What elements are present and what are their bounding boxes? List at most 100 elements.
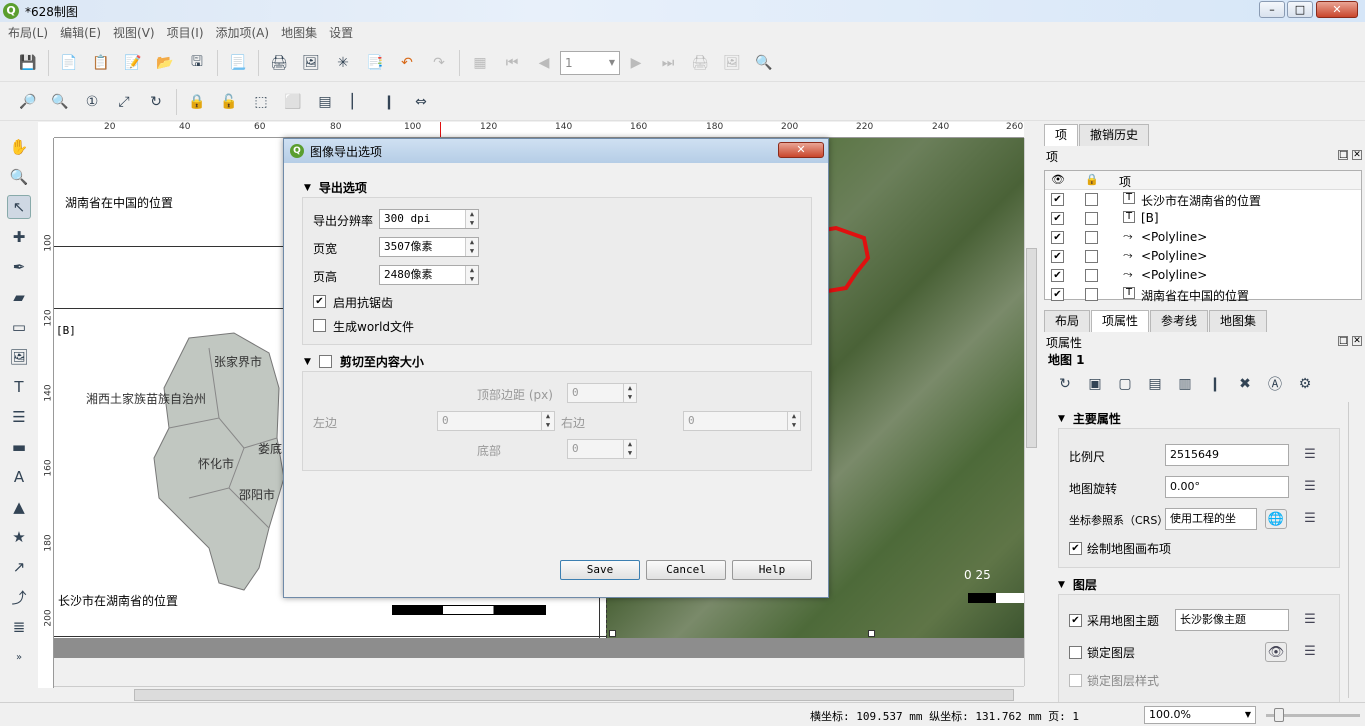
help-button[interactable]: Help — [732, 560, 812, 580]
list-item[interactable]: ✔ ⤳ <Polyline> — [1045, 247, 1361, 266]
eye-icon[interactable]: 👁 — [1265, 642, 1287, 662]
zoom-actual-icon[interactable]: ① — [80, 90, 104, 114]
menu-layout[interactable]: 布局(L) — [8, 24, 48, 41]
view-scale-icon[interactable]: ▥ — [1173, 372, 1197, 396]
crop-header[interactable]: ▼ 剪切至内容大小 — [304, 353, 424, 370]
tab-guides[interactable]: 参考线 — [1150, 310, 1209, 332]
labels-icon[interactable]: Ⓐ — [1263, 372, 1287, 396]
top-margin-input[interactable]: 0 ▲ ▼ — [567, 383, 637, 403]
data-defined-override-icon[interactable]: ☰ — [1299, 509, 1321, 529]
main-properties-header[interactable]: ▼ 主要属性 — [1058, 410, 1121, 427]
menu-add-item[interactable]: 添加项(A) — [216, 24, 270, 41]
crs-select[interactable]: 使用工程的坐 — [1165, 508, 1257, 530]
add-north-arrow-icon[interactable]: A — [7, 465, 31, 489]
set-extent-icon[interactable]: ▣ — [1083, 372, 1107, 396]
close-panel-icon[interactable]: ✕ — [1352, 150, 1362, 160]
spin-arrows-icon[interactable]: ▲ ▼ — [465, 238, 478, 256]
lock-checkbox[interactable] — [1085, 288, 1098, 301]
move-content-icon[interactable]: ✚ — [7, 225, 31, 249]
previous-feature-icon[interactable]: ◀ — [532, 51, 556, 75]
data-defined-override-icon[interactable]: ☰ — [1299, 477, 1321, 497]
data-defined-override-icon[interactable]: ☰ — [1299, 445, 1321, 465]
next-feature-icon[interactable]: ▶ — [624, 51, 648, 75]
add-label-icon[interactable]: T — [7, 375, 31, 399]
add-marker-icon[interactable]: ★ — [7, 525, 31, 549]
visibility-checkbox[interactable]: ✔ — [1051, 250, 1064, 263]
open-template-icon[interactable]: 📂 — [153, 51, 177, 75]
export-image-icon[interactable]: 🖼 — [299, 51, 323, 75]
tab-undo-history[interactable]: 撤销历史 — [1079, 124, 1150, 146]
new-layout-icon[interactable]: 📄 — [57, 51, 81, 75]
visibility-checkbox[interactable]: ✔ — [1051, 269, 1064, 282]
add-scalebar-icon[interactable]: ▬ — [7, 435, 31, 459]
set-scale-icon[interactable]: ▤ — [1143, 372, 1167, 396]
bookmarks-icon[interactable]: ❙ — [1203, 372, 1227, 396]
pan-icon[interactable]: ✋ — [7, 135, 31, 159]
export-pdf-icon[interactable]: 📑 — [363, 51, 387, 75]
visibility-checkbox[interactable]: ✔ — [1051, 288, 1064, 301]
print-icon[interactable]: 🖨 — [267, 51, 291, 75]
properties-scrollbar[interactable] — [1348, 402, 1362, 698]
tab-atlas[interactable]: 地图集 — [1209, 310, 1268, 332]
redo-icon[interactable]: ↷ — [427, 51, 451, 75]
layers-header[interactable]: ▼ 图层 — [1058, 576, 1097, 593]
right-margin-input[interactable]: 0 ▲ ▼ — [683, 411, 801, 431]
zoom-full-icon[interactable]: ⤢ — [112, 90, 136, 114]
export-options-header[interactable]: ▼ 导出选项 — [304, 179, 367, 196]
lock-checkbox[interactable] — [1085, 193, 1098, 206]
ungroup-items-icon[interactable]: ⬜ — [281, 90, 305, 114]
page-setup-icon[interactable]: 📃 — [226, 51, 250, 75]
raise-items-icon[interactable]: ▤ — [313, 90, 337, 114]
bottom-margin-input[interactable]: 0 ▲ ▼ — [567, 439, 637, 459]
scalebar[interactable] — [392, 605, 546, 615]
data-defined-override-icon[interactable]: ☰ — [1299, 610, 1321, 630]
resolution-input[interactable]: 300 dpi ▲ ▼ — [379, 209, 479, 229]
duplicate-layout-icon[interactable]: 📋 — [89, 51, 113, 75]
scrollbar-thumb[interactable] — [134, 689, 1014, 701]
data-defined-override-icon[interactable]: ☰ — [1299, 642, 1321, 662]
unlock-items-icon[interactable]: 🔓 — [217, 90, 241, 114]
draw-canvas-checkbox[interactable]: ✔ — [1069, 542, 1082, 555]
list-item[interactable]: ✔ T [B] — [1045, 209, 1361, 228]
zoom-tool-icon[interactable]: 🔍 — [7, 165, 31, 189]
save-layout-icon[interactable]: 💾 — [16, 51, 40, 75]
select-tool-icon[interactable]: ↖ — [7, 195, 31, 219]
edit-nodes-icon[interactable]: ✒ — [7, 255, 31, 279]
add-3d-map-icon[interactable]: ▰ — [7, 285, 31, 309]
add-shape-icon[interactable]: ▲ — [7, 495, 31, 519]
refresh-icon[interactable]: ↻ — [144, 90, 168, 114]
first-feature-icon[interactable]: ⏮ — [500, 51, 524, 75]
minimize-button[interactable]: – — [1259, 1, 1285, 18]
view-extent-icon[interactable]: ▢ — [1113, 372, 1137, 396]
undo-icon[interactable]: ↶ — [395, 51, 419, 75]
visibility-checkbox[interactable]: ✔ — [1051, 193, 1064, 206]
antialias-checkbox[interactable]: ✔ — [313, 295, 326, 308]
visibility-checkbox[interactable]: ✔ — [1051, 231, 1064, 244]
close-window-button[interactable]: ✕ — [1316, 1, 1358, 18]
crop-checkbox[interactable] — [318, 355, 332, 368]
add-picture-icon[interactable]: 🖼 — [7, 345, 31, 369]
spin-arrows-icon[interactable]: ▲ ▼ — [465, 266, 478, 284]
layout-manager-icon[interactable]: 📝 — [121, 51, 145, 75]
maximize-button[interactable]: □ — [1287, 1, 1313, 18]
menu-atlas[interactable]: 地图集 — [281, 24, 317, 41]
lock-checkbox[interactable] — [1085, 231, 1098, 244]
layout-title-top[interactable]: 湖南省在中国的位置 — [65, 194, 173, 211]
lock-checkbox[interactable] — [1085, 269, 1098, 282]
add-arrow-icon[interactable]: ↗ — [7, 555, 31, 579]
spin-arrows-icon[interactable]: ▲ ▼ — [465, 210, 478, 228]
export-atlas-icon[interactable]: 🖼 — [720, 51, 744, 75]
print-atlas-icon[interactable]: 🖨 — [688, 51, 712, 75]
distribute-icon[interactable]: ❙ — [377, 90, 401, 114]
tab-items[interactable]: 项 — [1044, 124, 1079, 146]
add-map-icon[interactable]: ▭ — [7, 315, 31, 339]
menu-settings[interactable]: 设置 — [329, 24, 353, 41]
list-item[interactable]: ✔ T 长沙市在湖南省的位置 — [1045, 190, 1361, 209]
add-polyline-icon[interactable]: ⤴ — [7, 585, 31, 609]
settings-gear-icon[interactable]: ⚙ — [1293, 372, 1317, 396]
menu-view[interactable]: 视图(V) — [113, 24, 155, 41]
cancel-button[interactable]: Cancel — [646, 560, 726, 580]
resize-icon[interactable]: ⇔ — [409, 90, 433, 114]
save-button[interactable]: Save — [560, 560, 640, 580]
tab-item-properties[interactable]: 项属性 — [1091, 310, 1150, 332]
